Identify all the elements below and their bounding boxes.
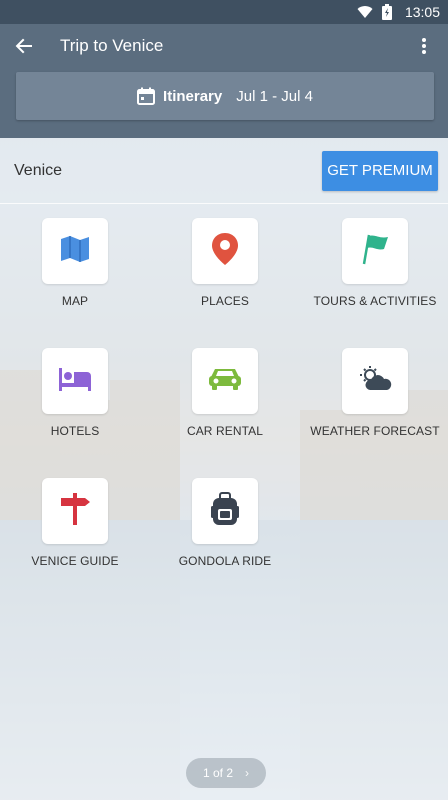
city-name: Venice (14, 161, 63, 179)
get-premium-button[interactable]: GET PREMIUM (322, 150, 438, 191)
tile-label: GONDOLA RIDE (178, 554, 272, 568)
back-arrow-icon[interactable] (12, 34, 36, 58)
tile-car-rental[interactable]: CAR RENTAL (150, 348, 300, 438)
battery-icon (379, 4, 395, 20)
tile-venice-guide[interactable]: VENICE GUIDE (0, 478, 150, 568)
tile-label: HOTELS (50, 424, 100, 438)
tile-icon-box (192, 348, 258, 414)
map-icon (59, 233, 91, 270)
tile-label: CAR RENTAL (186, 424, 264, 438)
itinerary-label: Itinerary (163, 87, 223, 105)
tile-weather-forecast[interactable]: WEATHER FORECAST (300, 348, 448, 438)
status-bar: 13:05 (0, 0, 448, 24)
tile-gondola-ride[interactable]: GONDOLA RIDE (150, 478, 300, 568)
tile-icon-box (192, 218, 258, 284)
tile-hotels[interactable]: HOTELS (0, 348, 150, 438)
page-count: 1 of 2 (202, 766, 234, 780)
tile-icon-box (42, 348, 108, 414)
bed-icon (58, 366, 92, 397)
tile-icon-box (342, 348, 408, 414)
itinerary-button[interactable]: Itinerary Jul 1 - Jul 4 (16, 72, 434, 120)
location-pin-icon (211, 232, 239, 271)
tile-label: MAP (61, 294, 89, 308)
destination-row: Venice GET PREMIUM (0, 138, 448, 204)
tile-icon-box (42, 478, 108, 544)
tile-label: VENICE GUIDE (31, 554, 119, 568)
signpost-icon (59, 492, 91, 531)
tile-label: TOURS & ACTIVITIES (313, 294, 437, 308)
wifi-icon (357, 5, 373, 19)
backpack-icon (210, 491, 240, 531)
tile-label: PLACES (201, 294, 249, 308)
main-content: Venice GET PREMIUM MAP PLACES TOURS & AC… (0, 138, 448, 800)
weather-icon (358, 365, 392, 398)
status-time: 13:05 (404, 4, 440, 20)
more-vert-icon[interactable] (412, 34, 436, 58)
tile-icon-box (42, 218, 108, 284)
itinerary-dates: Jul 1 - Jul 4 (236, 87, 313, 105)
chevron-right-icon[interactable]: › (245, 766, 249, 780)
tile-tours-activities[interactable]: TOURS & ACTIVITIES (300, 218, 448, 308)
tile-map[interactable]: MAP (0, 218, 150, 308)
tile-icon-box (192, 478, 258, 544)
tile-places[interactable]: PLACES (150, 218, 300, 308)
car-icon (208, 367, 242, 396)
page-title: Trip to Venice (60, 36, 164, 55)
flag-icon (360, 233, 390, 270)
tile-label: WEATHER FORECAST (310, 424, 440, 438)
header: Trip to Venice Itinerary Jul 1 - Jul 4 (0, 24, 448, 138)
calendar-icon (137, 87, 156, 105)
tile-icon-box (342, 218, 408, 284)
app-bar: Trip to Venice (0, 26, 448, 66)
page-indicator: 1 of 2 › (186, 758, 266, 788)
